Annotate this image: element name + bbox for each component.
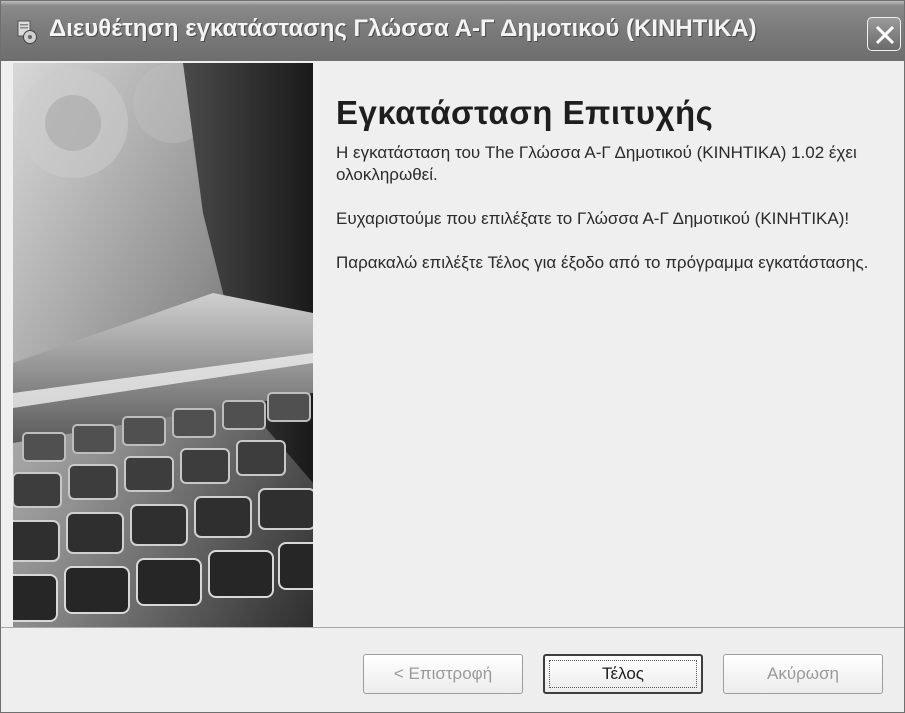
button-bar: < Επιστροφή Τέλος Ακύρωση: [1, 627, 904, 712]
installer-window: Διευθέτηση εγκατάστασης Γλώσσα Α-Γ Δημοτ…: [0, 0, 905, 713]
cancel-button[interactable]: Ακύρωση: [723, 654, 883, 694]
laptop-keyboard-image: [13, 63, 313, 627]
thank-you-message: Ευχαριστούμε που επιλέξατε το Γλώσσα Α-Γ…: [336, 209, 850, 228]
finish-button-label: Τέλος: [602, 664, 644, 683]
finish-button[interactable]: Τέλος: [543, 654, 703, 694]
installer-icon: [17, 20, 37, 44]
finish-instruction: Παρακαλώ επιλέξτε Τέλος για έξοδο από το…: [336, 253, 869, 272]
cancel-button-label: Ακύρωση: [766, 664, 840, 683]
window-title: Διευθέτηση εγκατάστασης Γλώσσα Α-Γ Δημοτ…: [49, 15, 757, 42]
back-button[interactable]: < Επιστροφή: [363, 654, 523, 694]
page-title: Εγκατάσταση Επιτυχής: [336, 94, 714, 131]
title-bar[interactable]: Διευθέτηση εγκατάστασης Γλώσσα Α-Γ Δημοτ…: [1, 1, 904, 61]
completion-message: Η εγκατάσταση του The Γλώσσα Α-Γ Δημοτικ…: [336, 143, 857, 184]
completion-content: Εγκατάσταση Επιτυχής Η εγκατάσταση του T…: [336, 94, 891, 296]
close-icon: [875, 25, 895, 45]
back-button-label: < Επιστροφή: [393, 664, 493, 683]
close-button[interactable]: [867, 17, 901, 51]
